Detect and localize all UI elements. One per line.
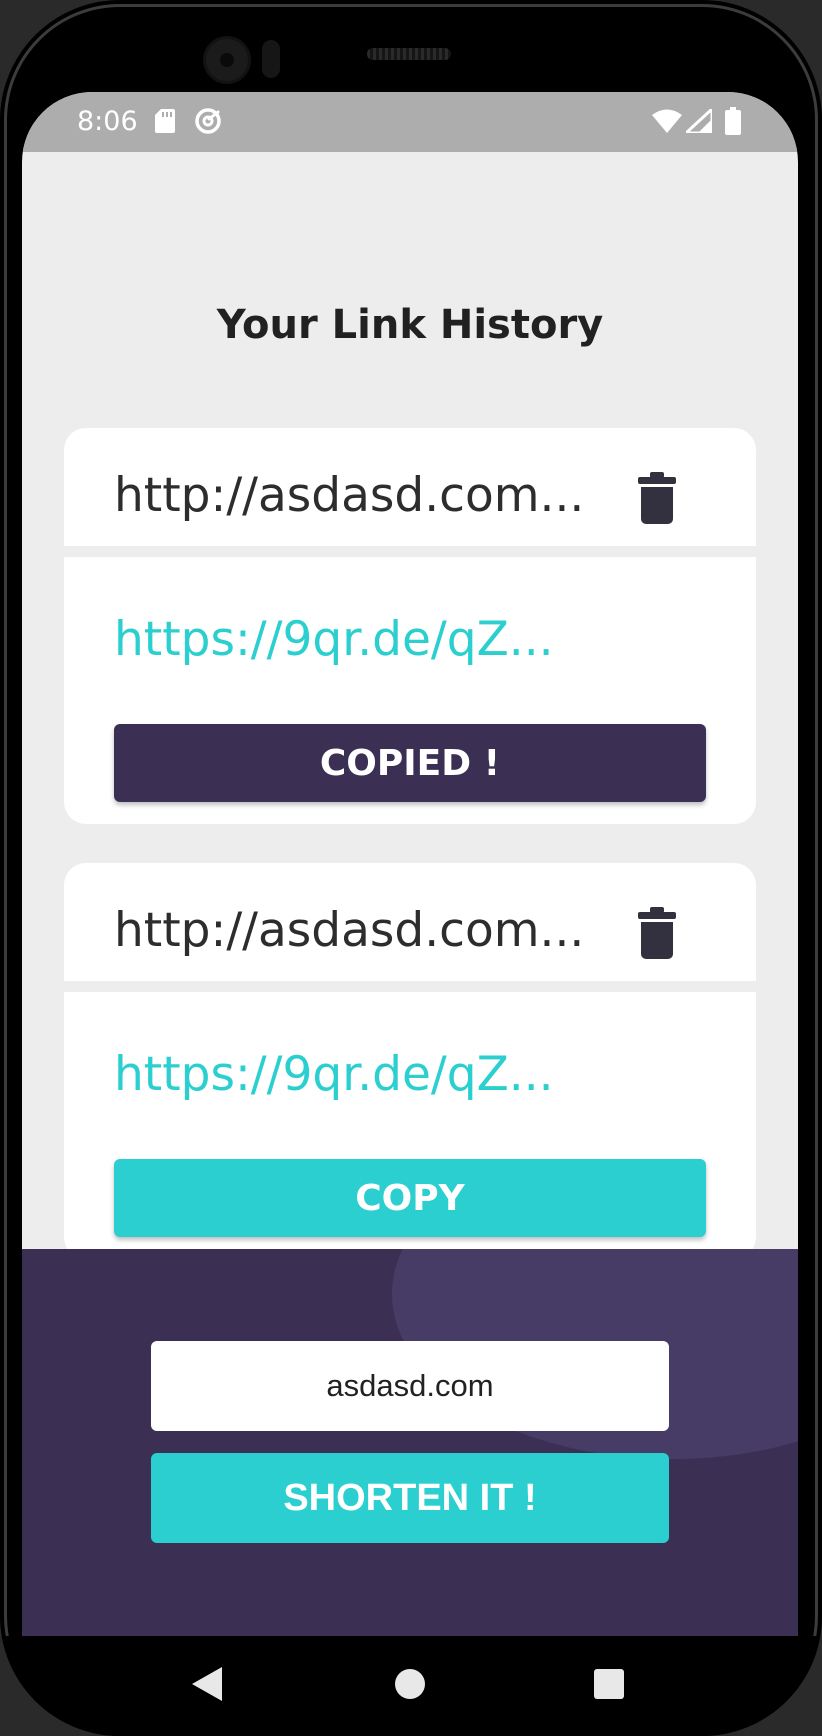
shorten-button[interactable]: SHORTEN IT ! <box>151 1453 669 1543</box>
app-screen: 8:06 Your Link History http://asdasd.com… <box>22 92 798 1636</box>
copy-button[interactable]: COPY <box>114 1159 706 1237</box>
short-url[interactable]: https://9qr.de/qZ... <box>114 612 554 667</box>
original-url: http://asdasd.com... <box>114 468 585 523</box>
earpiece-speaker <box>367 48 451 60</box>
card-divider <box>64 981 756 992</box>
original-url: http://asdasd.com... <box>114 903 585 958</box>
page-title: Your Link History <box>216 302 604 348</box>
status-time: 8:06 <box>77 106 138 137</box>
wifi-icon <box>652 109 682 133</box>
home-icon[interactable] <box>393 1667 427 1701</box>
signal-icon <box>686 109 712 133</box>
battery-icon <box>725 107 741 135</box>
trash-icon[interactable] <box>638 907 676 959</box>
front-camera <box>203 36 251 84</box>
url-input[interactable] <box>151 1341 669 1431</box>
copied-button[interactable]: COPIED ! <box>114 724 706 802</box>
shorten-panel: SHORTEN IT ! <box>22 1249 798 1636</box>
sd-card-icon <box>155 109 175 133</box>
proximity-sensor <box>262 40 280 78</box>
short-url[interactable]: https://9qr.de/qZ... <box>114 1047 554 1102</box>
history-card: http://asdasd.com... https://9qr.de/qZ..… <box>64 428 756 824</box>
sync-icon <box>195 108 221 134</box>
status-bar: 8:06 <box>22 92 798 152</box>
back-icon[interactable] <box>192 1667 222 1701</box>
trash-icon[interactable] <box>638 472 676 524</box>
recents-icon[interactable] <box>594 1669 624 1699</box>
phone-frame: 8:06 Your Link History http://asdasd.com… <box>0 0 822 1736</box>
camera-lens <box>220 53 234 67</box>
card-divider <box>64 546 756 557</box>
navigation-bar <box>0 1636 822 1736</box>
history-card: http://asdasd.com... https://9qr.de/qZ..… <box>64 863 756 1259</box>
